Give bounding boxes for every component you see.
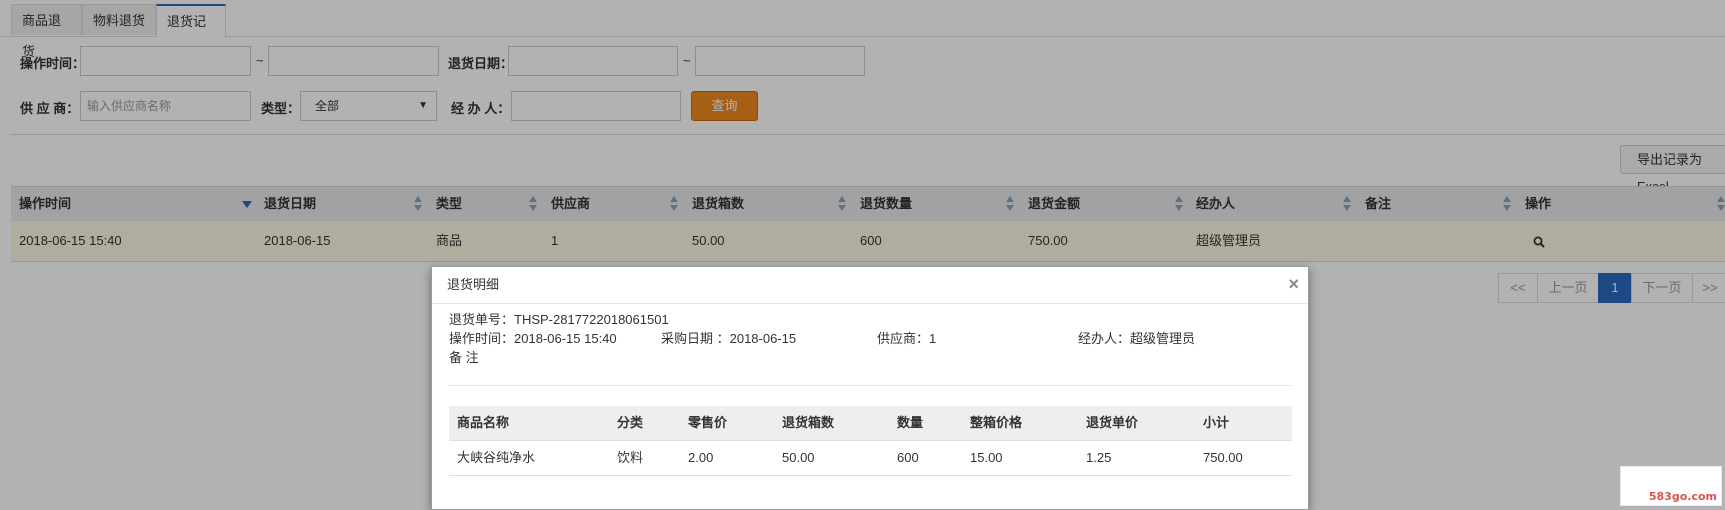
order-number: 退货单号：THSP-2817722018061501 — [449, 312, 669, 327]
detail-cell-subtotal: 750.00 — [1203, 450, 1243, 465]
divider — [449, 385, 1292, 386]
detail-cell-box-price: 15.00 — [970, 450, 1003, 465]
detail-cell-quantity: 600 — [897, 450, 919, 465]
supplier-info: 供应商：1 — [877, 331, 937, 346]
detail-cell-unit-price: 1.25 — [1086, 450, 1112, 465]
detail-table-header: 商品名称 分类 零售价 退货箱数 数量 整箱价格 退货单价 小计 — [449, 406, 1292, 441]
modal-header: 退货明细 × — [432, 267, 1308, 304]
detail-cell-retail-price: 2.00 — [688, 450, 714, 465]
detail-col-subtotal: 小计 — [1203, 415, 1230, 430]
remark-info: 备 注 — [449, 350, 479, 365]
purchase-date-info: 采购日期 ：2018-06-15 — [661, 331, 797, 346]
detail-col-category: 分类 — [617, 415, 644, 430]
watermark-text: 583go.com — [1648, 490, 1717, 503]
detail-col-name: 商品名称 — [457, 415, 510, 430]
detail-cell-name: 大峡谷纯净水 — [457, 450, 536, 465]
detail-col-unit-price: 退货单价 — [1086, 415, 1139, 430]
detail-cell-box-count: 50.00 — [782, 450, 815, 465]
op-time-info: 操作时间：2018-06-15 15:40 — [449, 331, 617, 346]
detail-col-box-price: 整箱价格 — [970, 415, 1023, 430]
watermark-badge: 583go.com — [1620, 466, 1722, 506]
detail-col-quantity: 数量 — [897, 415, 924, 430]
detail-col-retail-price: 零售价 — [688, 415, 728, 430]
return-detail-modal: 退货明细 × 退货单号：THSP-2817722018061501 操作时间：2… — [431, 266, 1309, 510]
detail-table-row: 大峡谷纯净水 饮料 2.00 50.00 600 15.00 1.25 750.… — [449, 441, 1292, 476]
modal-title: 退货明细 — [447, 277, 500, 292]
detail-col-box-count: 退货箱数 — [782, 415, 835, 430]
detail-cell-category: 饮料 — [617, 450, 644, 465]
close-icon[interactable]: × — [1288, 267, 1299, 301]
handler-info: 经办人：超级管理员 — [1078, 331, 1196, 346]
